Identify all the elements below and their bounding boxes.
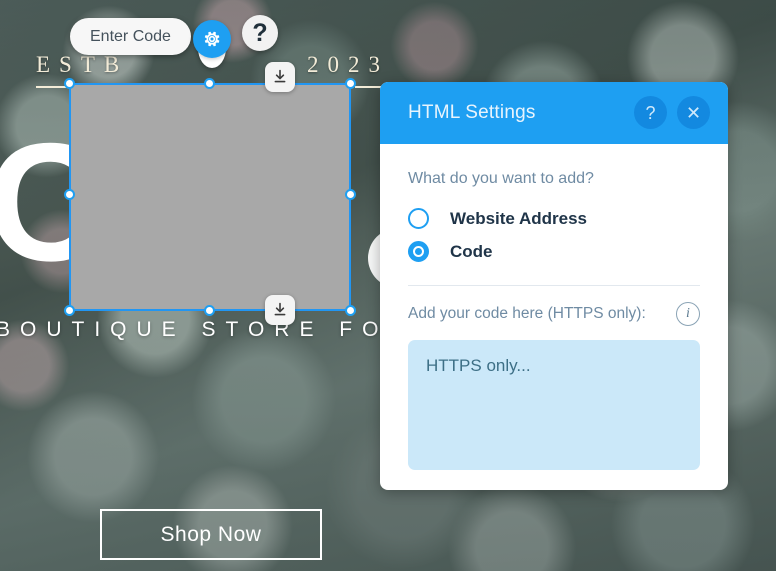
settings-gear-button[interactable]: [193, 20, 231, 68]
radio-label-code: Code: [450, 241, 493, 261]
established-year: 2023: [307, 52, 389, 77]
panel-close-button[interactable]: ✕: [677, 96, 710, 129]
established-label: ESTB: [36, 52, 129, 77]
radio-option-code[interactable]: Code: [408, 235, 700, 268]
radio-icon-code[interactable]: [408, 241, 429, 262]
section-divider: [408, 285, 700, 286]
add-question-label: What do you want to add?: [408, 170, 594, 187]
resize-handle-middle-left[interactable]: [64, 189, 75, 200]
code-section-header: Add your code here (HTTPS only): i: [408, 302, 700, 326]
resize-handle-top-left[interactable]: [64, 78, 75, 89]
gear-circle: [193, 20, 231, 58]
info-icon-glyph: i: [686, 306, 690, 321]
gear-icon: [204, 31, 220, 47]
selected-element-box[interactable]: [69, 83, 351, 311]
panel-help-button[interactable]: ?: [634, 96, 667, 129]
resize-handle-bottom-center[interactable]: [204, 305, 215, 316]
help-button[interactable]: ?: [242, 15, 278, 51]
resize-handle-middle-right[interactable]: [345, 189, 356, 200]
enter-code-button[interactable]: Enter Code: [70, 18, 191, 55]
download-button-bottom[interactable]: [265, 295, 295, 325]
download-icon: [274, 302, 286, 316]
resize-handle-top-right[interactable]: [345, 78, 356, 89]
code-section-label: Add your code here (HTTPS only):: [408, 305, 646, 322]
resize-handle-top-center[interactable]: [204, 78, 215, 89]
radio-option-website-address[interactable]: Website Address: [408, 202, 700, 235]
panel-title: HTML Settings: [408, 102, 536, 123]
resize-handle-bottom-right[interactable]: [345, 305, 356, 316]
download-button-top[interactable]: [265, 62, 295, 92]
question-mark-icon: ?: [252, 18, 268, 47]
app-canvas: CK ESTB 2023 BOUTIQUE STORE FOR P Shop N…: [0, 0, 776, 571]
resize-handle-bottom-left[interactable]: [64, 305, 75, 316]
panel-header-buttons: ? ✕: [634, 96, 710, 129]
download-icon: [274, 69, 286, 83]
code-input[interactable]: HTTPS only...: [408, 340, 700, 470]
html-settings-panel: HTML Settings ? ✕ What do you want to ad…: [380, 82, 728, 490]
radio-icon-website-address[interactable]: [408, 208, 429, 229]
radio-label-website-address: Website Address: [450, 208, 587, 228]
panel-header: HTML Settings ? ✕: [380, 82, 728, 144]
panel-body: What do you want to add? Website Address…: [380, 144, 728, 470]
info-icon[interactable]: i: [676, 302, 700, 326]
shop-now-button[interactable]: Shop Now: [100, 509, 322, 560]
